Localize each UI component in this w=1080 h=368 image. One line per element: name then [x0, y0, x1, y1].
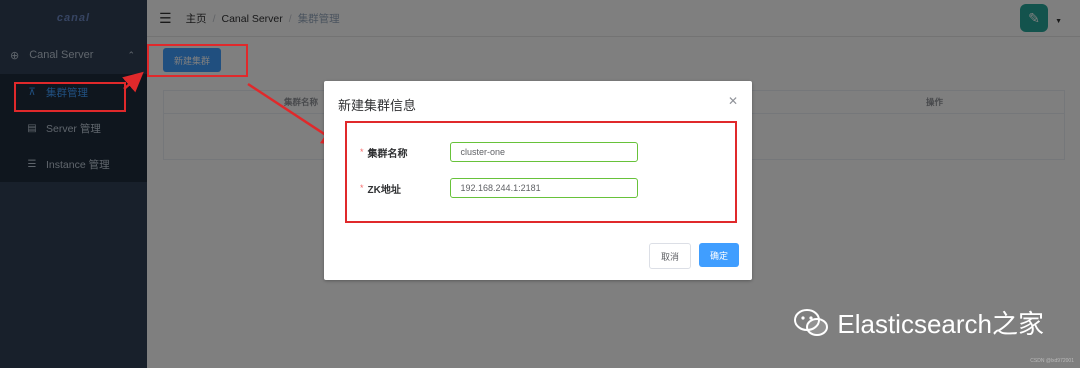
dialog-title: 新建集群信息	[338, 98, 417, 113]
form-row-zk-address: * ZK地址 192.168.244.1:2181	[360, 178, 638, 198]
watermark: Elasticsearch之家	[793, 304, 1044, 341]
cancel-button[interactable]: 取消	[649, 243, 691, 269]
zk-address-input[interactable]: 192.168.244.1:2181	[449, 178, 638, 198]
confirm-button[interactable]: 确定	[699, 243, 739, 267]
watermark-text: Elasticsearch之家	[837, 309, 1044, 339]
zk-address-label: ZK地址	[367, 184, 401, 196]
cluster-name-input[interactable]: cluster-one	[449, 142, 638, 162]
form-row-cluster-name: * 集群名称 cluster-one	[360, 142, 638, 162]
new-cluster-dialog: 新建集群信息 ✕ * 集群名称 cluster-one * ZK地址 192.1…	[324, 81, 752, 280]
csdn-watermark: CSDN @lxd972001	[1030, 358, 1074, 364]
wechat-icon	[794, 308, 829, 336]
annotation-arrow-sidebar	[122, 71, 144, 93]
required-asterisk: *	[360, 183, 364, 193]
annotation-box-form	[345, 121, 737, 223]
required-asterisk: *	[360, 147, 364, 157]
close-icon[interactable]: ✕	[728, 94, 738, 108]
cluster-name-label: 集群名称	[367, 148, 408, 160]
